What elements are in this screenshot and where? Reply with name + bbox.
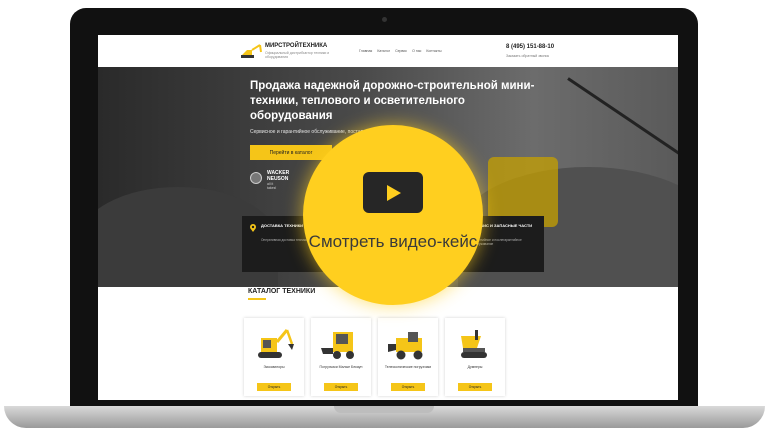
brand-tagline: Официальный дистрибьютор техники и обору… xyxy=(265,51,330,59)
video-case-label: Смотреть видео-кейс xyxy=(308,232,478,251)
conveyor-graphic xyxy=(567,77,678,159)
partner-slogan: all it takes! xyxy=(267,182,277,190)
laptop-notch xyxy=(334,406,434,413)
catalog-cta-button[interactable]: Перейти в каталог xyxy=(250,145,332,160)
hero-title: Продажа надежной дорожно-строительной ми… xyxy=(250,80,535,122)
catalog-card-dumpers[interactable]: Думперы Открыть xyxy=(445,318,505,396)
catalog-card-open-button[interactable]: Открыть xyxy=(391,383,425,391)
telehandler-icon xyxy=(388,332,423,360)
site-header: МИРСТРОЙТЕХНИКА Официальный дистрибьютор… xyxy=(98,35,678,68)
catalog-card-open-button[interactable]: Открыть xyxy=(458,383,492,391)
website-screenshot: МИРСТРОЙТЕХНИКА Официальный дистрибьютор… xyxy=(98,35,678,400)
catalog-card-open-button[interactable]: Открыть xyxy=(324,383,358,391)
brand-name[interactable]: МИРСТРОЙТЕХНИКА xyxy=(265,43,327,49)
excavator-logo-icon xyxy=(241,44,262,58)
nav-item-about[interactable]: О нас xyxy=(412,49,421,53)
nav-item-home[interactable]: Главная xyxy=(359,49,372,53)
catalog-title: КАТАЛОГ ТЕХНИКИ xyxy=(248,288,316,295)
catalog-card-label: Думперы xyxy=(467,365,483,369)
partner-badge-icon xyxy=(250,172,262,184)
dumper-icon xyxy=(461,330,487,358)
catalog-card-label: Погрузчики Малые Бекаун xyxy=(319,365,363,369)
catalog-underline xyxy=(248,298,266,300)
catalog-card-label: Телескопические погрузчики xyxy=(384,365,432,369)
phone-number[interactable]: 8 (495) 151-88-10 xyxy=(506,44,554,50)
nav-item-catalog[interactable]: Каталог xyxy=(377,49,390,53)
play-video-button[interactable] xyxy=(363,172,423,213)
nav-item-contacts[interactable]: Контакты xyxy=(426,49,441,53)
play-icon xyxy=(387,185,401,201)
catalog-card-excavators[interactable]: Экскаваторы Открыть xyxy=(244,318,304,396)
nav-item-service[interactable]: Сервис xyxy=(395,49,407,53)
skid-loader-icon xyxy=(321,332,354,359)
laptop-mockup: МИРСТРОЙТЕХНИКА Официальный дистрибьютор… xyxy=(0,0,769,446)
catalog-cards: Экскаваторы Открыть Погрузчики Малые Бек… xyxy=(244,318,505,396)
callback-link[interactable]: Заказать обратный звонок xyxy=(506,54,549,58)
catalog-card-loaders[interactable]: Погрузчики Малые Бекаун Открыть xyxy=(311,318,371,396)
catalog-card-open-button[interactable]: Открыть xyxy=(257,383,291,391)
video-case-overlay[interactable]: Смотреть видео-кейс xyxy=(303,125,483,305)
catalog-card-label: Экскаваторы xyxy=(263,365,285,369)
partner-name: WACKER NEUSON xyxy=(267,170,290,182)
camera-icon xyxy=(382,17,387,22)
catalog-card-telehandlers[interactable]: Телескопические погрузчики Открыть xyxy=(378,318,438,396)
excavator-icon xyxy=(258,329,294,358)
location-pin-icon xyxy=(250,224,256,232)
main-nav: Главная Каталог Сервис О нас Контакты xyxy=(359,49,442,53)
